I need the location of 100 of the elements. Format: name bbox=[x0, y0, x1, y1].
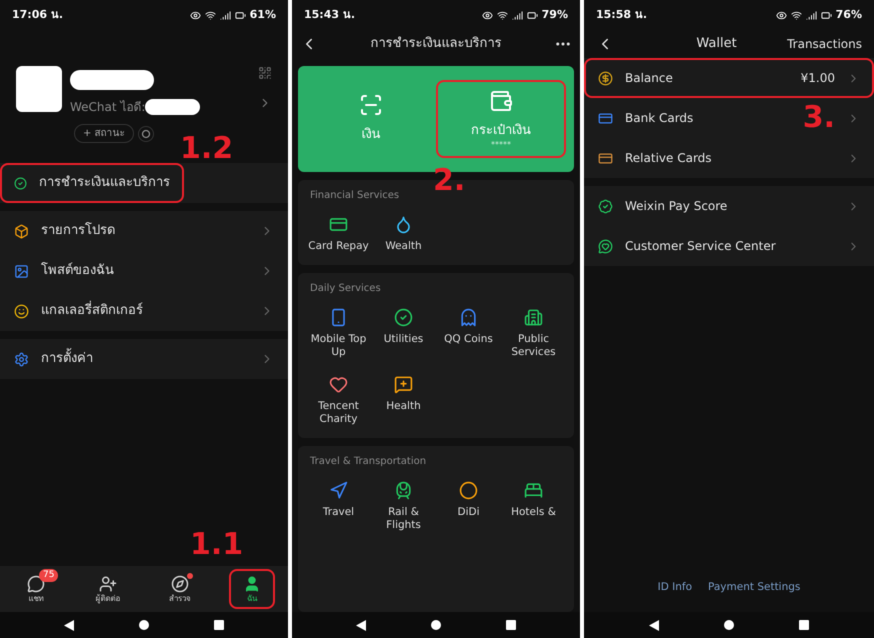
chat-bubble-icon bbox=[27, 575, 45, 593]
status-time: 15:58 น. bbox=[596, 6, 648, 23]
wechat-id-label: WeChat ไอดี: bbox=[70, 99, 146, 116]
footer-link[interactable]: ID Info bbox=[658, 580, 692, 596]
image-icon bbox=[14, 264, 29, 278]
home-icon[interactable] bbox=[138, 620, 149, 630]
step-number: 3. bbox=[802, 103, 835, 133]
row-label: Weixin Pay Score bbox=[625, 198, 728, 215]
back-icon[interactable] bbox=[64, 620, 74, 630]
wallet-row[interactable]: Bank Cards 3. bbox=[584, 98, 874, 138]
footer-link[interactable]: Payment Settings bbox=[708, 580, 800, 596]
droplet-icon bbox=[394, 215, 413, 234]
redacted-id bbox=[145, 99, 200, 115]
eye-icon bbox=[482, 10, 493, 20]
refresh-icon[interactable] bbox=[138, 126, 154, 142]
battery-icon bbox=[820, 10, 832, 20]
menu-item[interactable]: แกลเลอรี่สติกเกอร์ bbox=[0, 291, 288, 331]
wallet-row[interactable]: Balance ¥1.00 bbox=[584, 58, 874, 98]
battery-level: 76% bbox=[836, 6, 862, 23]
smiley-icon bbox=[14, 304, 29, 318]
menu-label: โพสต์ของฉัน bbox=[41, 261, 115, 280]
recents-icon[interactable] bbox=[214, 620, 224, 630]
status-time: 17:06 น. bbox=[12, 6, 64, 23]
eye-icon bbox=[776, 10, 787, 20]
compass-icon bbox=[171, 575, 189, 593]
tab-button[interactable]: สำรวจ bbox=[155, 569, 205, 609]
unread-badge: 75 bbox=[39, 569, 58, 582]
back-icon[interactable] bbox=[356, 620, 366, 630]
eye-icon bbox=[190, 10, 201, 20]
battery-icon bbox=[526, 10, 538, 20]
transactions-link[interactable]: Transactions bbox=[787, 35, 862, 53]
section-title: Financial Services bbox=[309, 189, 400, 203]
phone-icon bbox=[329, 308, 348, 327]
service-item[interactable]: Hotels & bbox=[501, 481, 566, 532]
row-label: Relative Cards bbox=[625, 150, 713, 167]
page-title: Wallet bbox=[695, 35, 738, 54]
tab-button[interactable]: แชท 75 bbox=[13, 569, 59, 609]
back-icon[interactable] bbox=[648, 620, 659, 630]
section-title: Daily Services bbox=[309, 282, 382, 296]
row-label: Bank Cards bbox=[625, 110, 694, 127]
step-number: 2. bbox=[433, 166, 466, 196]
service-item[interactable]: Public Services bbox=[501, 308, 566, 359]
wifi-icon bbox=[204, 10, 216, 20]
service-item[interactable]: Wealth bbox=[371, 215, 436, 253]
menu-item[interactable]: การตั้งค่า bbox=[0, 339, 288, 379]
service-item[interactable]: Rail & Flights bbox=[371, 481, 436, 532]
status-button[interactable]: + สถานะ bbox=[74, 124, 134, 143]
service-item[interactable]: QQ Coins bbox=[436, 308, 501, 359]
card-icon bbox=[598, 110, 613, 126]
service-item[interactable]: Health bbox=[371, 375, 436, 426]
row-label: Balance bbox=[625, 70, 674, 87]
wallet-row[interactable]: Weixin Pay Score bbox=[584, 186, 874, 226]
section-title: Travel & Transportation bbox=[309, 455, 428, 469]
menu-label: การตั้งค่า bbox=[41, 349, 248, 369]
status-time: 15:43 น. bbox=[304, 6, 356, 23]
wifi-icon bbox=[496, 10, 508, 20]
balance-amount: ¥1.00 bbox=[800, 70, 835, 87]
battery-level: 61% bbox=[250, 6, 276, 23]
wallet-row[interactable]: Customer Service Center bbox=[584, 226, 874, 266]
menu-label: การชำระเงินและบริการ bbox=[39, 174, 170, 192]
menu-label: รายการโปรด bbox=[41, 221, 116, 240]
service-item[interactable]: DiDi bbox=[436, 481, 501, 532]
card-icon bbox=[329, 215, 348, 234]
navigation-icon bbox=[329, 481, 348, 500]
service-item[interactable]: Travel bbox=[306, 481, 371, 532]
service-item[interactable]: Tencent Charity bbox=[306, 375, 371, 426]
heart-icon bbox=[329, 375, 348, 394]
page-title: การชำระเงินและบริการ bbox=[370, 35, 502, 54]
buildings-icon bbox=[524, 308, 543, 327]
bed-icon bbox=[524, 481, 543, 500]
check-circle-icon bbox=[14, 176, 27, 190]
home-icon[interactable] bbox=[724, 620, 734, 630]
service-item[interactable]: Mobile Top Up bbox=[306, 308, 371, 359]
recents-icon[interactable] bbox=[799, 620, 810, 630]
wallet-row[interactable]: Relative Cards bbox=[584, 138, 874, 178]
home-icon[interactable] bbox=[430, 620, 441, 630]
battery-level: 79% bbox=[542, 6, 568, 23]
step-number: 1.2 bbox=[180, 134, 234, 164]
tab-button[interactable]: ฉัน bbox=[229, 569, 275, 609]
train-icon bbox=[394, 481, 413, 500]
menu-item[interactable]: การชำระเงินและบริการ bbox=[0, 163, 184, 203]
recents-icon[interactable] bbox=[506, 620, 516, 630]
wifi-icon bbox=[790, 10, 802, 20]
service-item[interactable]: Utilities bbox=[371, 308, 436, 359]
contacts-icon bbox=[99, 575, 117, 593]
service-item[interactable]: Card Repay bbox=[306, 215, 371, 253]
wallet-icon bbox=[489, 89, 513, 114]
check-icon bbox=[394, 308, 413, 327]
row-label: Customer Service Center bbox=[625, 238, 777, 255]
settings-icon bbox=[14, 352, 29, 366]
step-number: 1.1 bbox=[190, 530, 244, 560]
qr-code-icon[interactable] bbox=[258, 66, 272, 80]
battery-icon bbox=[234, 10, 246, 20]
cube-icon bbox=[14, 224, 29, 238]
person-icon bbox=[243, 575, 261, 593]
tab-button[interactable]: ผู้ติดต่อ bbox=[82, 569, 134, 609]
badge-icon bbox=[598, 198, 613, 214]
menu-item[interactable]: รายการโปรด bbox=[0, 211, 288, 251]
menu-item[interactable]: โพสต์ของฉัน bbox=[0, 251, 288, 291]
menu-label: แกลเลอรี่สติกเกอร์ bbox=[41, 301, 248, 321]
